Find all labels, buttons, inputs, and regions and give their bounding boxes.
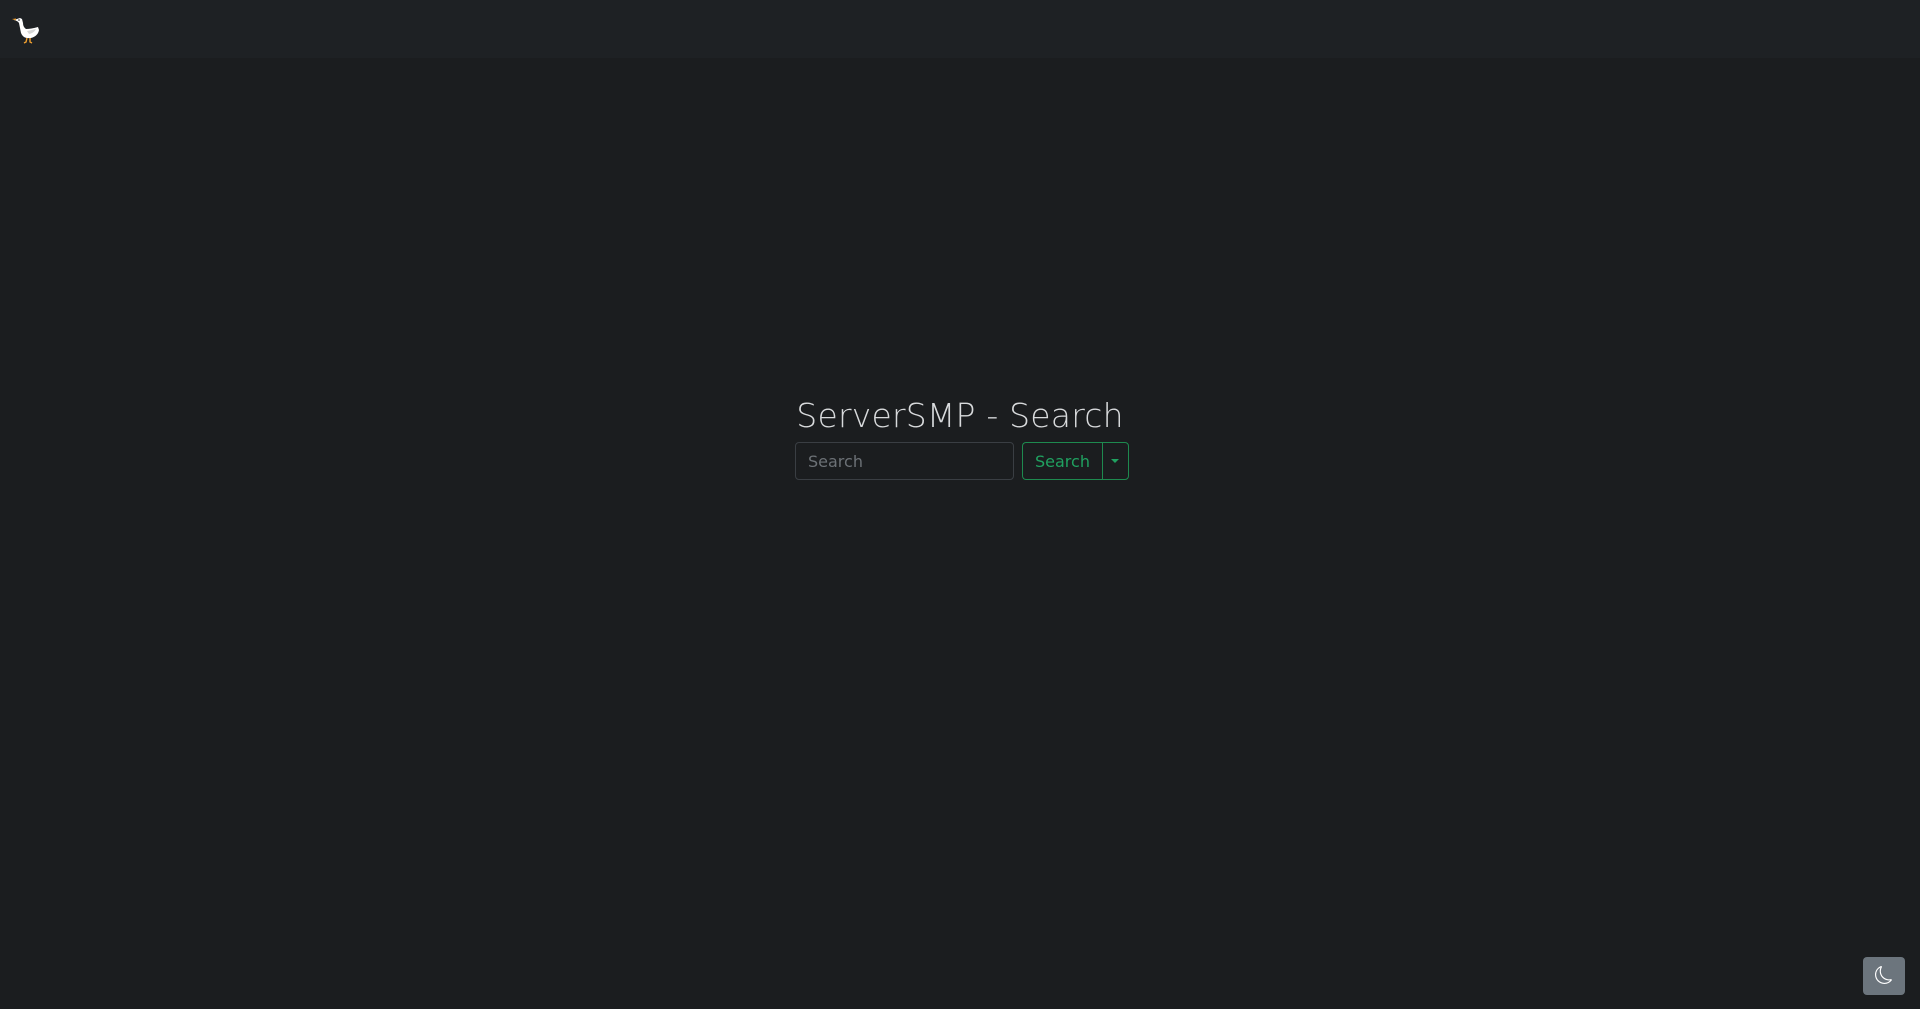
top-navbar: [0, 0, 1920, 58]
moon-icon: [1875, 965, 1893, 987]
search-form: Search: [795, 442, 1129, 480]
search-options-dropdown[interactable]: [1101, 442, 1129, 480]
theme-toggle-button[interactable]: [1863, 957, 1905, 995]
search-input[interactable]: [795, 442, 1014, 480]
search-button-group: Search: [1022, 442, 1129, 480]
search-button[interactable]: Search: [1022, 442, 1102, 480]
page-title: ServerSMP - Search: [796, 396, 1124, 435]
caret-down-icon: [1111, 459, 1120, 463]
goose-icon[interactable]: [11, 14, 43, 46]
search-section: ServerSMP - Search: [0, 392, 1920, 440]
